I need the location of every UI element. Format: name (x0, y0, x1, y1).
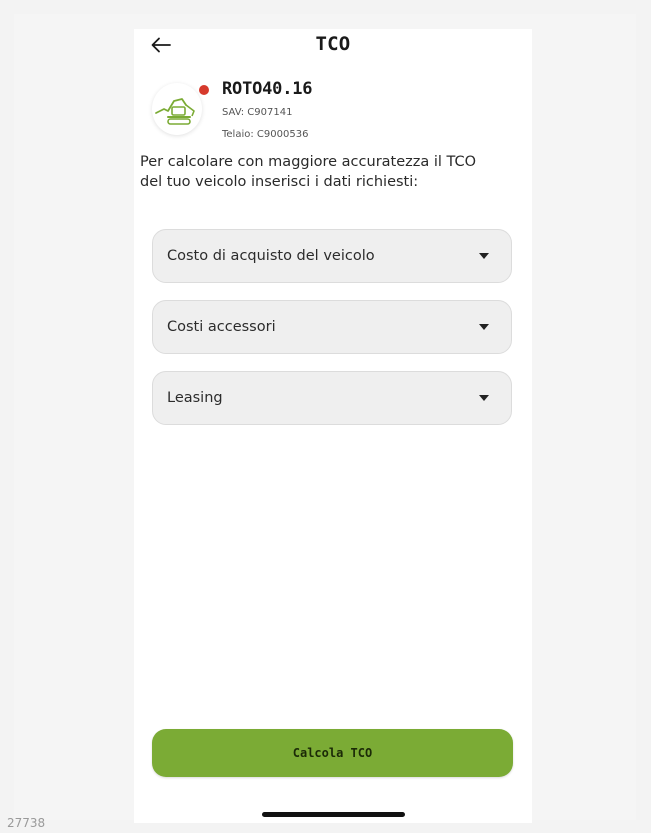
caret-down-icon (479, 253, 489, 259)
dropdown-label: Costo di acquisto del veicolo (167, 248, 375, 264)
vehicle-telaio: Telaio: C9000536 (222, 129, 309, 140)
caret-down-icon (479, 395, 489, 401)
page-title: TCO (315, 33, 351, 55)
vehicle-model: ROTO40.16 (222, 79, 313, 99)
calcola-tco-button[interactable]: Calcola TCO (152, 729, 513, 777)
intro-line-2: del tuo veicolo inserisci i dati richies… (140, 174, 419, 190)
vehicle-card: ROTO40.16 SAV: C907141 Telaio: C9000536 (152, 77, 512, 147)
excavator-icon (155, 98, 195, 125)
dropdown-leasing[interactable]: Leasing (152, 371, 512, 425)
dropdown-label: Leasing (167, 390, 223, 406)
dropdown-label: Costi accessori (167, 319, 276, 335)
screenshot-id: 27738 (7, 816, 46, 830)
intro-text: Per calcolare con maggiore accuratezza i… (140, 152, 530, 192)
app-header: TCO (134, 29, 532, 69)
status-dot (199, 85, 209, 95)
vehicle-logo (152, 83, 202, 135)
home-indicator[interactable] (262, 812, 405, 817)
dropdown-costo-acquisto[interactable]: Costo di acquisto del veicolo (152, 229, 512, 283)
intro-line-1: Per calcolare con maggiore accuratezza i… (140, 154, 477, 170)
phone-screen: TCO ROTO40.16 SAV: C907141 Telaio: C9000… (134, 29, 532, 823)
vehicle-sav: SAV: C907141 (222, 107, 293, 118)
caret-down-icon (479, 324, 489, 330)
dropdown-costi-accessori[interactable]: Costi accessori (152, 300, 512, 354)
